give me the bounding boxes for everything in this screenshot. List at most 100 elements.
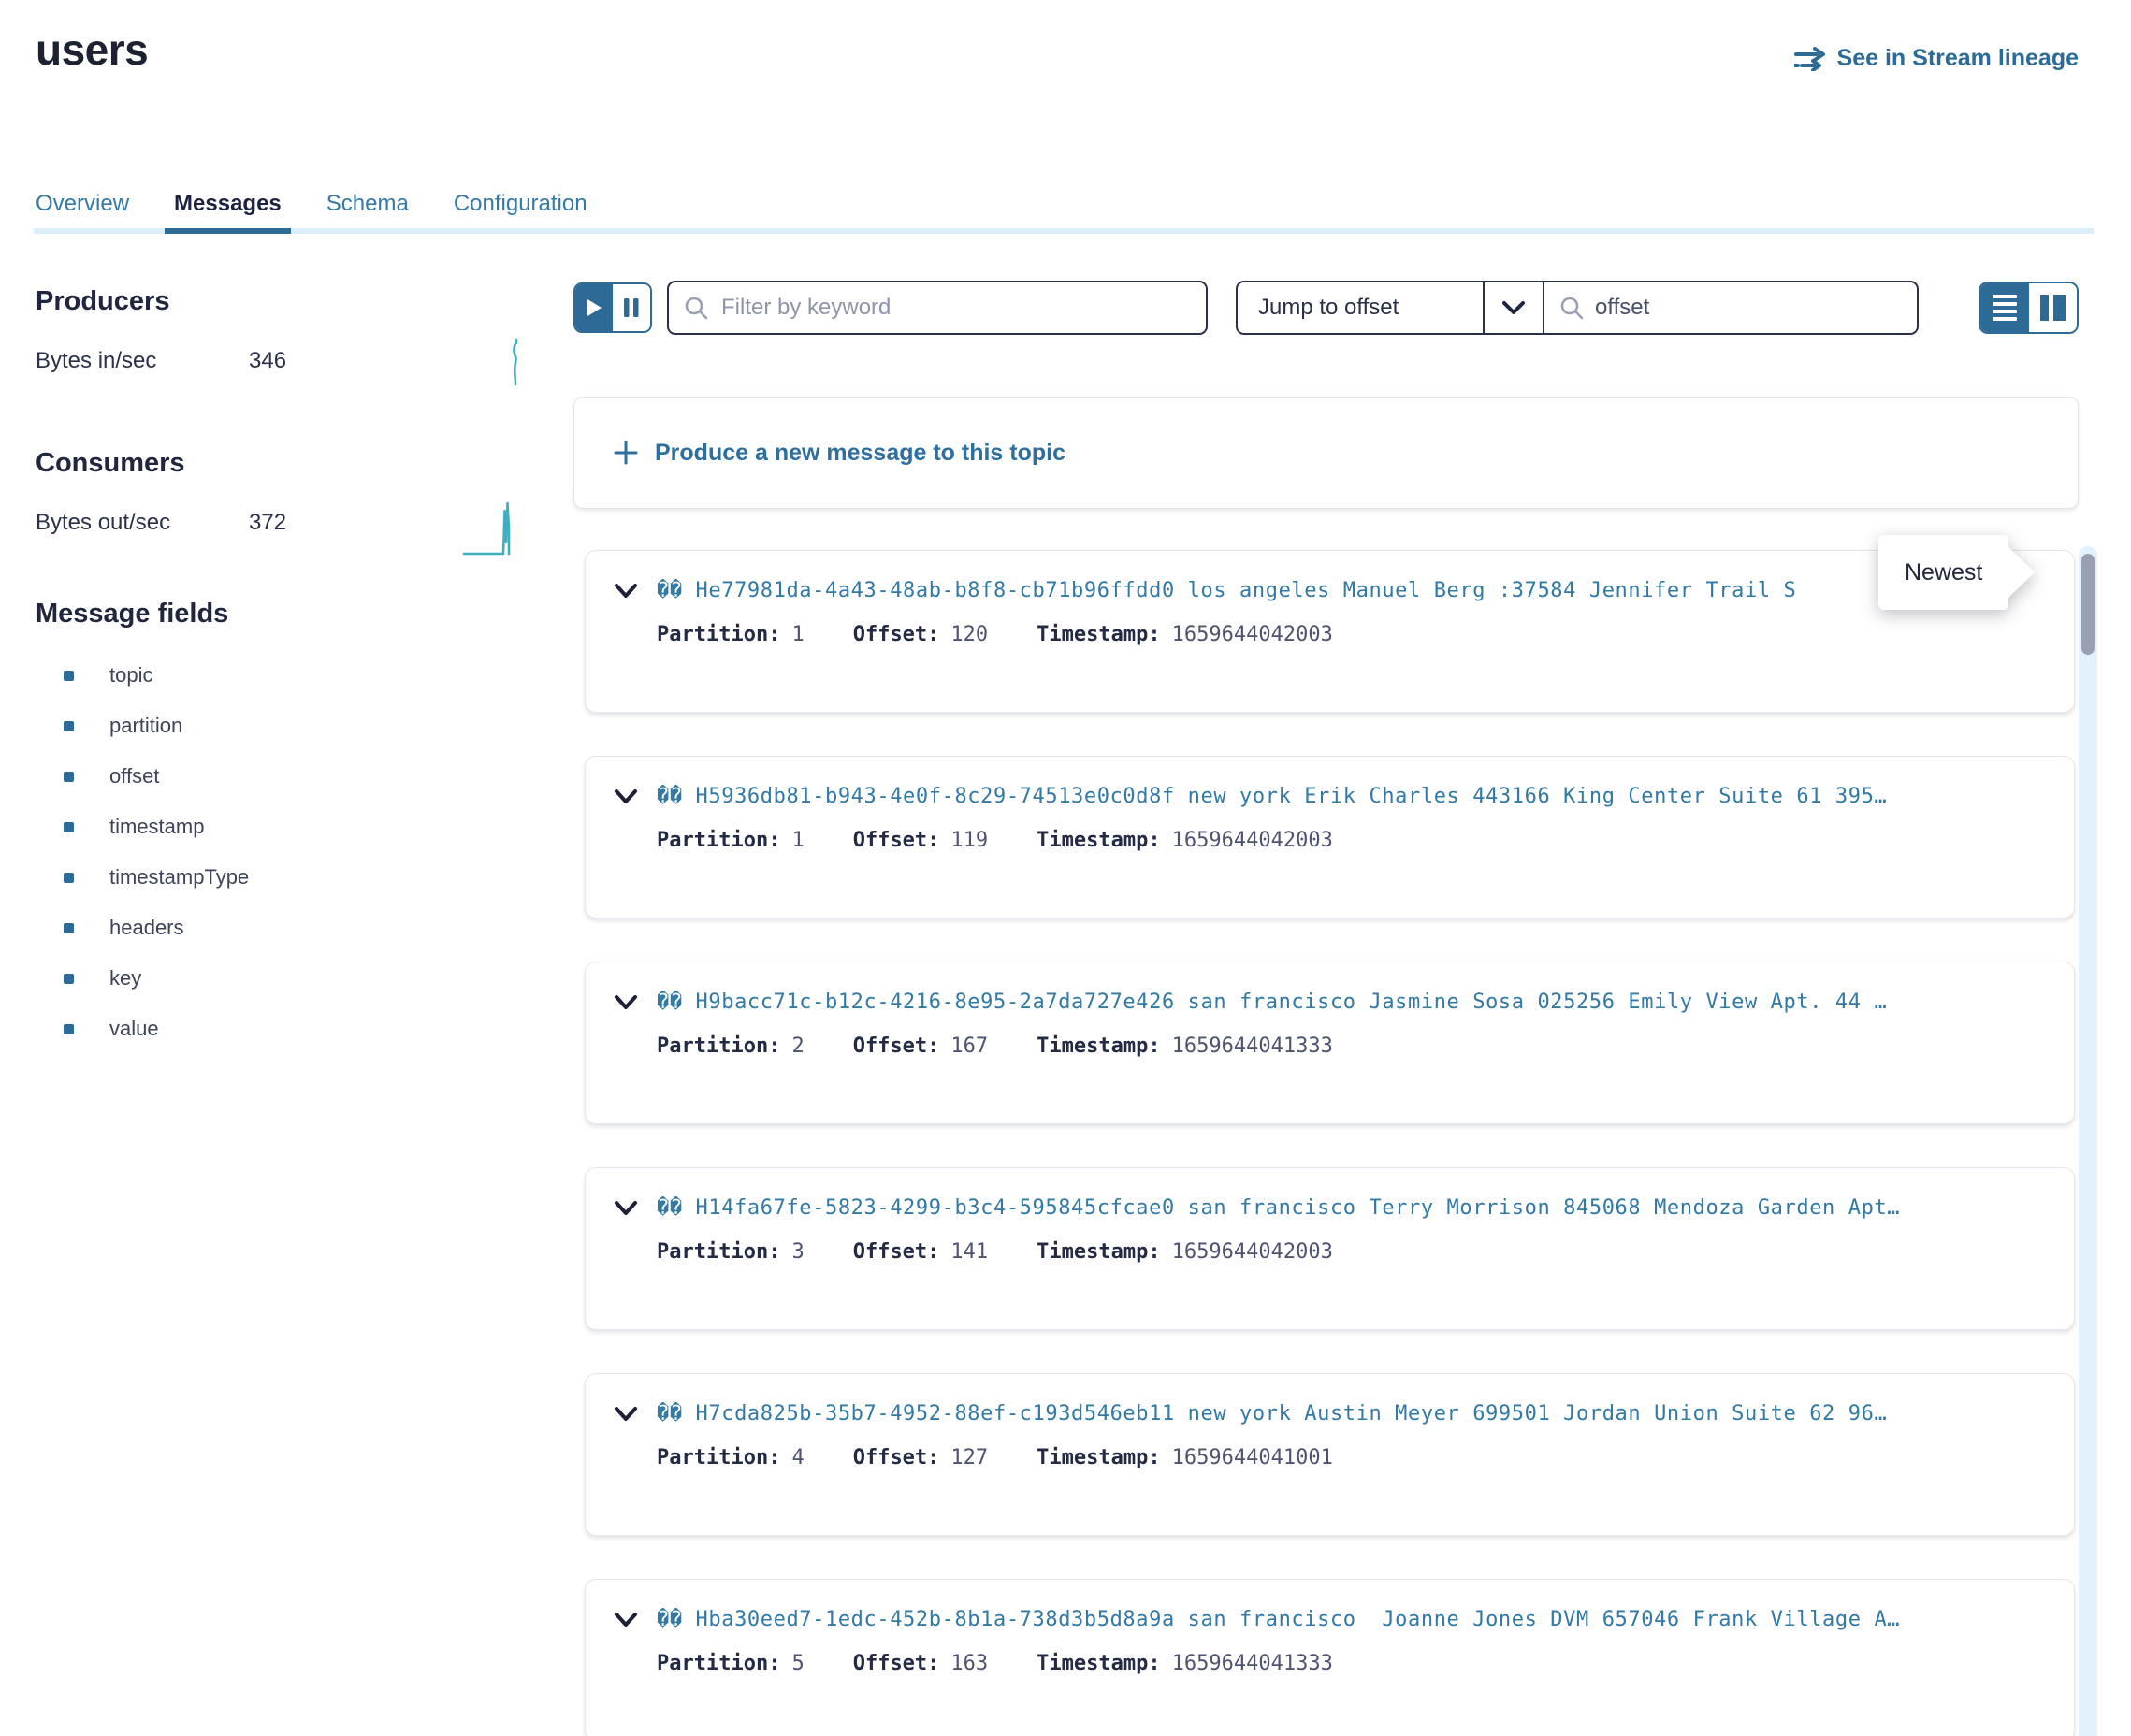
offset-value: 141 <box>950 1240 988 1264</box>
stream-lineage-link[interactable]: See in Stream lineage <box>1794 45 2079 72</box>
offset-label: Offset: <box>853 1034 940 1058</box>
partition-value: 2 <box>791 1034 804 1058</box>
field-label: value <box>109 1017 159 1041</box>
play-pause-toggle <box>573 282 652 333</box>
expand-chevron-icon <box>614 1612 638 1628</box>
field-bullet-icon <box>64 1024 74 1034</box>
column-view-icon <box>2040 295 2066 321</box>
field-bullet-icon <box>64 974 74 984</box>
tab-messages[interactable]: Messages <box>172 180 283 228</box>
field-bullet-icon <box>64 772 74 782</box>
partition-value: 4 <box>791 1446 804 1469</box>
field-item-partition[interactable]: partition <box>36 701 541 751</box>
stream-lineage-icon <box>1794 47 1826 71</box>
timestamp-label: Timestamp: <box>1037 1034 1160 1058</box>
filter-box <box>667 281 1208 335</box>
consumers-heading: Consumers <box>36 448 541 479</box>
offset-search-input[interactable] <box>1595 295 1902 321</box>
list-view-button[interactable] <box>1980 283 2029 332</box>
producers-heading: Producers <box>36 286 541 317</box>
message-row: �� H14fa67fe-5823-4299-b3c4-595845cfcae0… <box>585 1167 2075 1330</box>
jump-to-offset-select[interactable]: Jump to offset <box>1238 282 1483 333</box>
message-meta: Partition:5 Offset:163 Timestamp:1659644… <box>614 1652 2046 1675</box>
message-row: �� H5936db81-b943-4e0f-8c29-74513e0c0d8f… <box>585 756 2075 919</box>
field-label: offset <box>109 764 159 788</box>
field-item-key[interactable]: key <box>36 953 541 1004</box>
field-label: timestampType <box>109 865 249 890</box>
tab-overview[interactable]: Overview <box>34 180 131 228</box>
field-item-topic[interactable]: topic <box>36 650 541 701</box>
message-row-header[interactable]: �� H14fa67fe-5823-4299-b3c4-595845cfcae0… <box>614 1196 2046 1220</box>
search-icon <box>1559 296 1584 320</box>
field-bullet-icon <box>64 822 74 832</box>
field-item-timestamp[interactable]: timestamp <box>36 802 541 852</box>
field-item-value[interactable]: value <box>36 1004 541 1054</box>
field-item-timestampType[interactable]: timestampType <box>36 852 541 903</box>
partition-label: Partition: <box>657 1240 780 1264</box>
message-meta: Partition:1 Offset:120 Timestamp:1659644… <box>614 623 2046 646</box>
jump-to-offset-control: Jump to offset <box>1236 281 1919 335</box>
partition-label: Partition: <box>657 623 780 646</box>
field-label: topic <box>109 663 152 687</box>
timestamp-value: 1659644042003 <box>1172 623 1333 646</box>
play-icon <box>586 298 602 317</box>
message-meta: Partition:4 Offset:127 Timestamp:1659644… <box>614 1446 2046 1469</box>
bytes-in-sparkline <box>503 338 528 386</box>
partition-label: Partition: <box>657 829 780 852</box>
message-key: �� H5936db81-b943-4e0f-8c29-74513e0c0d8f… <box>657 785 2046 808</box>
offset-label: Offset: <box>853 829 940 852</box>
message-row-header[interactable]: �� H9bacc71c-b12c-4216-8e95-2a7da727e426… <box>614 991 2046 1014</box>
field-bullet-icon <box>64 671 74 681</box>
topic-messages-page: users See in Stream lineage Overview Mes… <box>0 0 2131 1736</box>
message-fields-list: topic partition offset timestamp timesta… <box>36 650 541 1054</box>
stream-lineage-label: See in Stream lineage <box>1837 45 2079 72</box>
partition-value: 3 <box>791 1240 804 1264</box>
message-row-header[interactable]: �� Hba30eed7-1edc-452b-8b1a-738d3b5d8a9a… <box>614 1608 2046 1631</box>
scrollbar[interactable] <box>2079 546 2097 1736</box>
offset-label: Offset: <box>853 1240 940 1264</box>
page-title: users <box>36 24 148 75</box>
chevron-down-icon[interactable] <box>1483 282 1544 333</box>
filter-input[interactable] <box>721 295 1191 321</box>
produce-message-button[interactable]: Produce a new message to this topic <box>573 397 2079 509</box>
message-key: �� Hba30eed7-1edc-452b-8b1a-738d3b5d8a9a… <box>657 1608 2046 1631</box>
message-row: �� Hba30eed7-1edc-452b-8b1a-738d3b5d8a9a… <box>585 1579 2075 1736</box>
timestamp-value: 1659644042003 <box>1172 1240 1333 1264</box>
timestamp-label: Timestamp: <box>1037 1652 1160 1675</box>
partition-value: 1 <box>791 623 804 646</box>
partition-label: Partition: <box>657 1034 780 1058</box>
bytes-out-label: Bytes out/sec <box>36 510 249 536</box>
message-row-header[interactable]: �� H5936db81-b943-4e0f-8c29-74513e0c0d8f… <box>614 785 2046 808</box>
bytes-out-sparkline <box>462 499 528 557</box>
message-row-header[interactable]: �� H7cda825b-35b7-4952-88ef-c193d546eb11… <box>614 1402 2046 1425</box>
timestamp-value: 1659644041333 <box>1172 1034 1333 1058</box>
offset-value: 163 <box>950 1652 988 1675</box>
list-view-icon <box>1993 295 2017 321</box>
pause-icon <box>623 297 640 318</box>
plus-icon <box>614 441 638 465</box>
bytes-out-value: 372 <box>249 510 361 536</box>
timestamp-label: Timestamp: <box>1037 1240 1160 1264</box>
message-row-header[interactable]: �� He77981da-4a43-48ab-b8f8-cb71b96ffdd0… <box>614 579 2046 602</box>
messages-toolbar: Jump to offset <box>573 281 2079 335</box>
partition-label: Partition: <box>657 1652 780 1675</box>
offset-label: Offset: <box>853 1446 940 1469</box>
messages-panel: Jump to offset <box>573 281 2079 1736</box>
column-view-button[interactable] <box>2029 283 2078 332</box>
offset-label: Offset: <box>853 623 940 646</box>
tab-schema[interactable]: Schema <box>325 180 411 228</box>
play-button[interactable] <box>575 284 613 331</box>
timestamp-label: Timestamp: <box>1037 623 1160 646</box>
field-label: key <box>109 966 141 991</box>
field-item-headers[interactable]: headers <box>36 903 541 953</box>
newest-tooltip: Newest <box>1878 535 2008 610</box>
partition-value: 1 <box>791 829 804 852</box>
pause-button[interactable] <box>613 284 650 331</box>
field-item-offset[interactable]: offset <box>36 751 541 802</box>
timestamp-value: 1659644042003 <box>1172 829 1333 852</box>
tab-configuration[interactable]: Configuration <box>452 180 589 228</box>
field-bullet-icon <box>64 721 74 731</box>
timestamp-label: Timestamp: <box>1037 829 1160 852</box>
scrollbar-thumb[interactable] <box>2081 554 2095 655</box>
expand-chevron-icon <box>614 1406 638 1422</box>
